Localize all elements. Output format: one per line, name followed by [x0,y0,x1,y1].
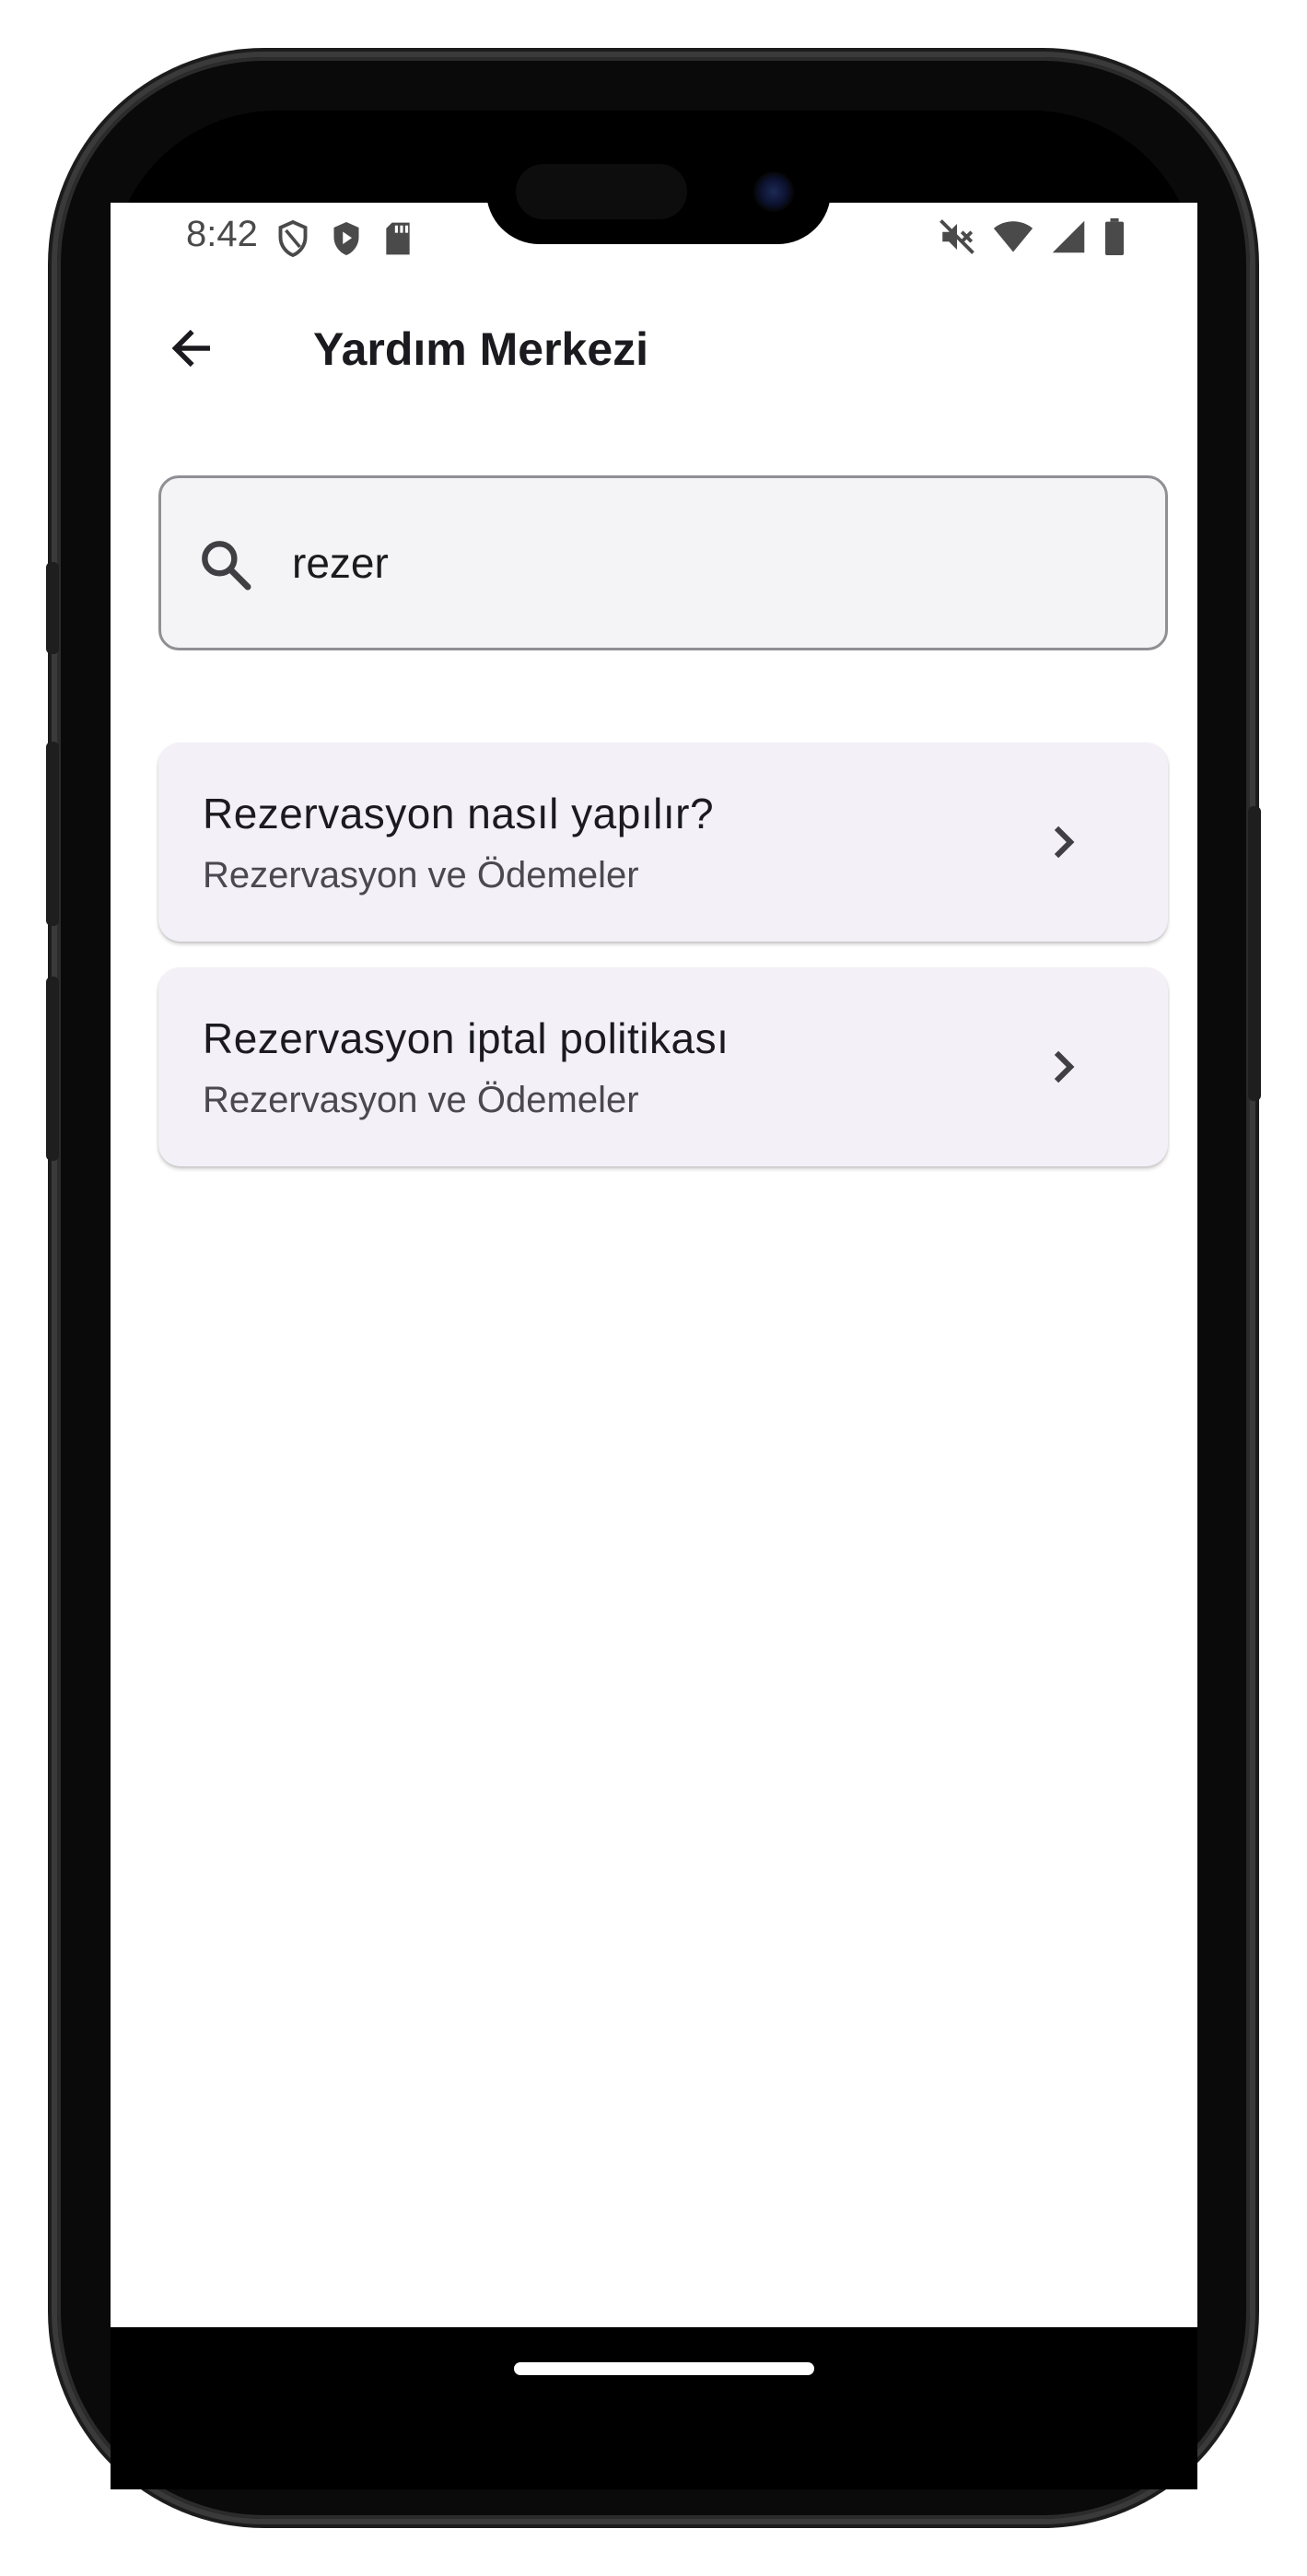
page-title: Yardım Merkezi [313,323,649,375]
action-button [46,562,59,654]
power-button [1248,806,1261,1101]
battery-icon [1103,218,1126,260]
wifi-icon [993,219,1033,259]
arrow-left-icon [164,321,219,381]
result-title: Rezervasyon iptal politikası [203,1014,729,1062]
dynamic-island [486,138,831,244]
navigation-bar [111,2327,1197,2489]
list-item[interactable]: Rezervasyon iptal politikası Rezervasyon… [158,967,1168,1166]
signal-icon [1050,219,1087,259]
back-button[interactable] [155,313,228,387]
chevron-right-icon [1037,1041,1089,1093]
volume-down-button [46,977,59,1161]
play-shield-icon [330,219,363,263]
status-left-icons [276,219,413,263]
search-results-list: Rezervasyon nasıl yapılır? Rezervasyon v… [158,743,1168,1192]
sensor-housing [516,164,687,219]
status-time: 8:42 [186,214,258,254]
sd-card-icon [383,221,413,261]
result-category: Rezervasyon ve Ödemeler [203,855,639,896]
chevron-right-icon [1037,816,1089,868]
mute-icon [938,217,976,261]
search-field[interactable] [158,475,1168,650]
result-category: Rezervasyon ve Ödemeler [203,1080,639,1120]
status-right-icons [938,217,1126,261]
home-indicator[interactable] [514,2362,814,2375]
result-title: Rezervasyon nasıl yapılır? [203,790,715,837]
search-input[interactable] [292,515,1121,611]
front-camera [753,171,794,212]
volume-up-button [46,742,59,926]
search-icon [196,535,255,594]
app-bar: Yardım Merkezi [111,295,1197,405]
shield-outline-icon [276,219,309,263]
list-item[interactable]: Rezervasyon nasıl yapılır? Rezervasyon v… [158,743,1168,942]
app-screen: 8:42 Yardım Merkezi rezer Rezervasyon na… [111,203,1197,2327]
